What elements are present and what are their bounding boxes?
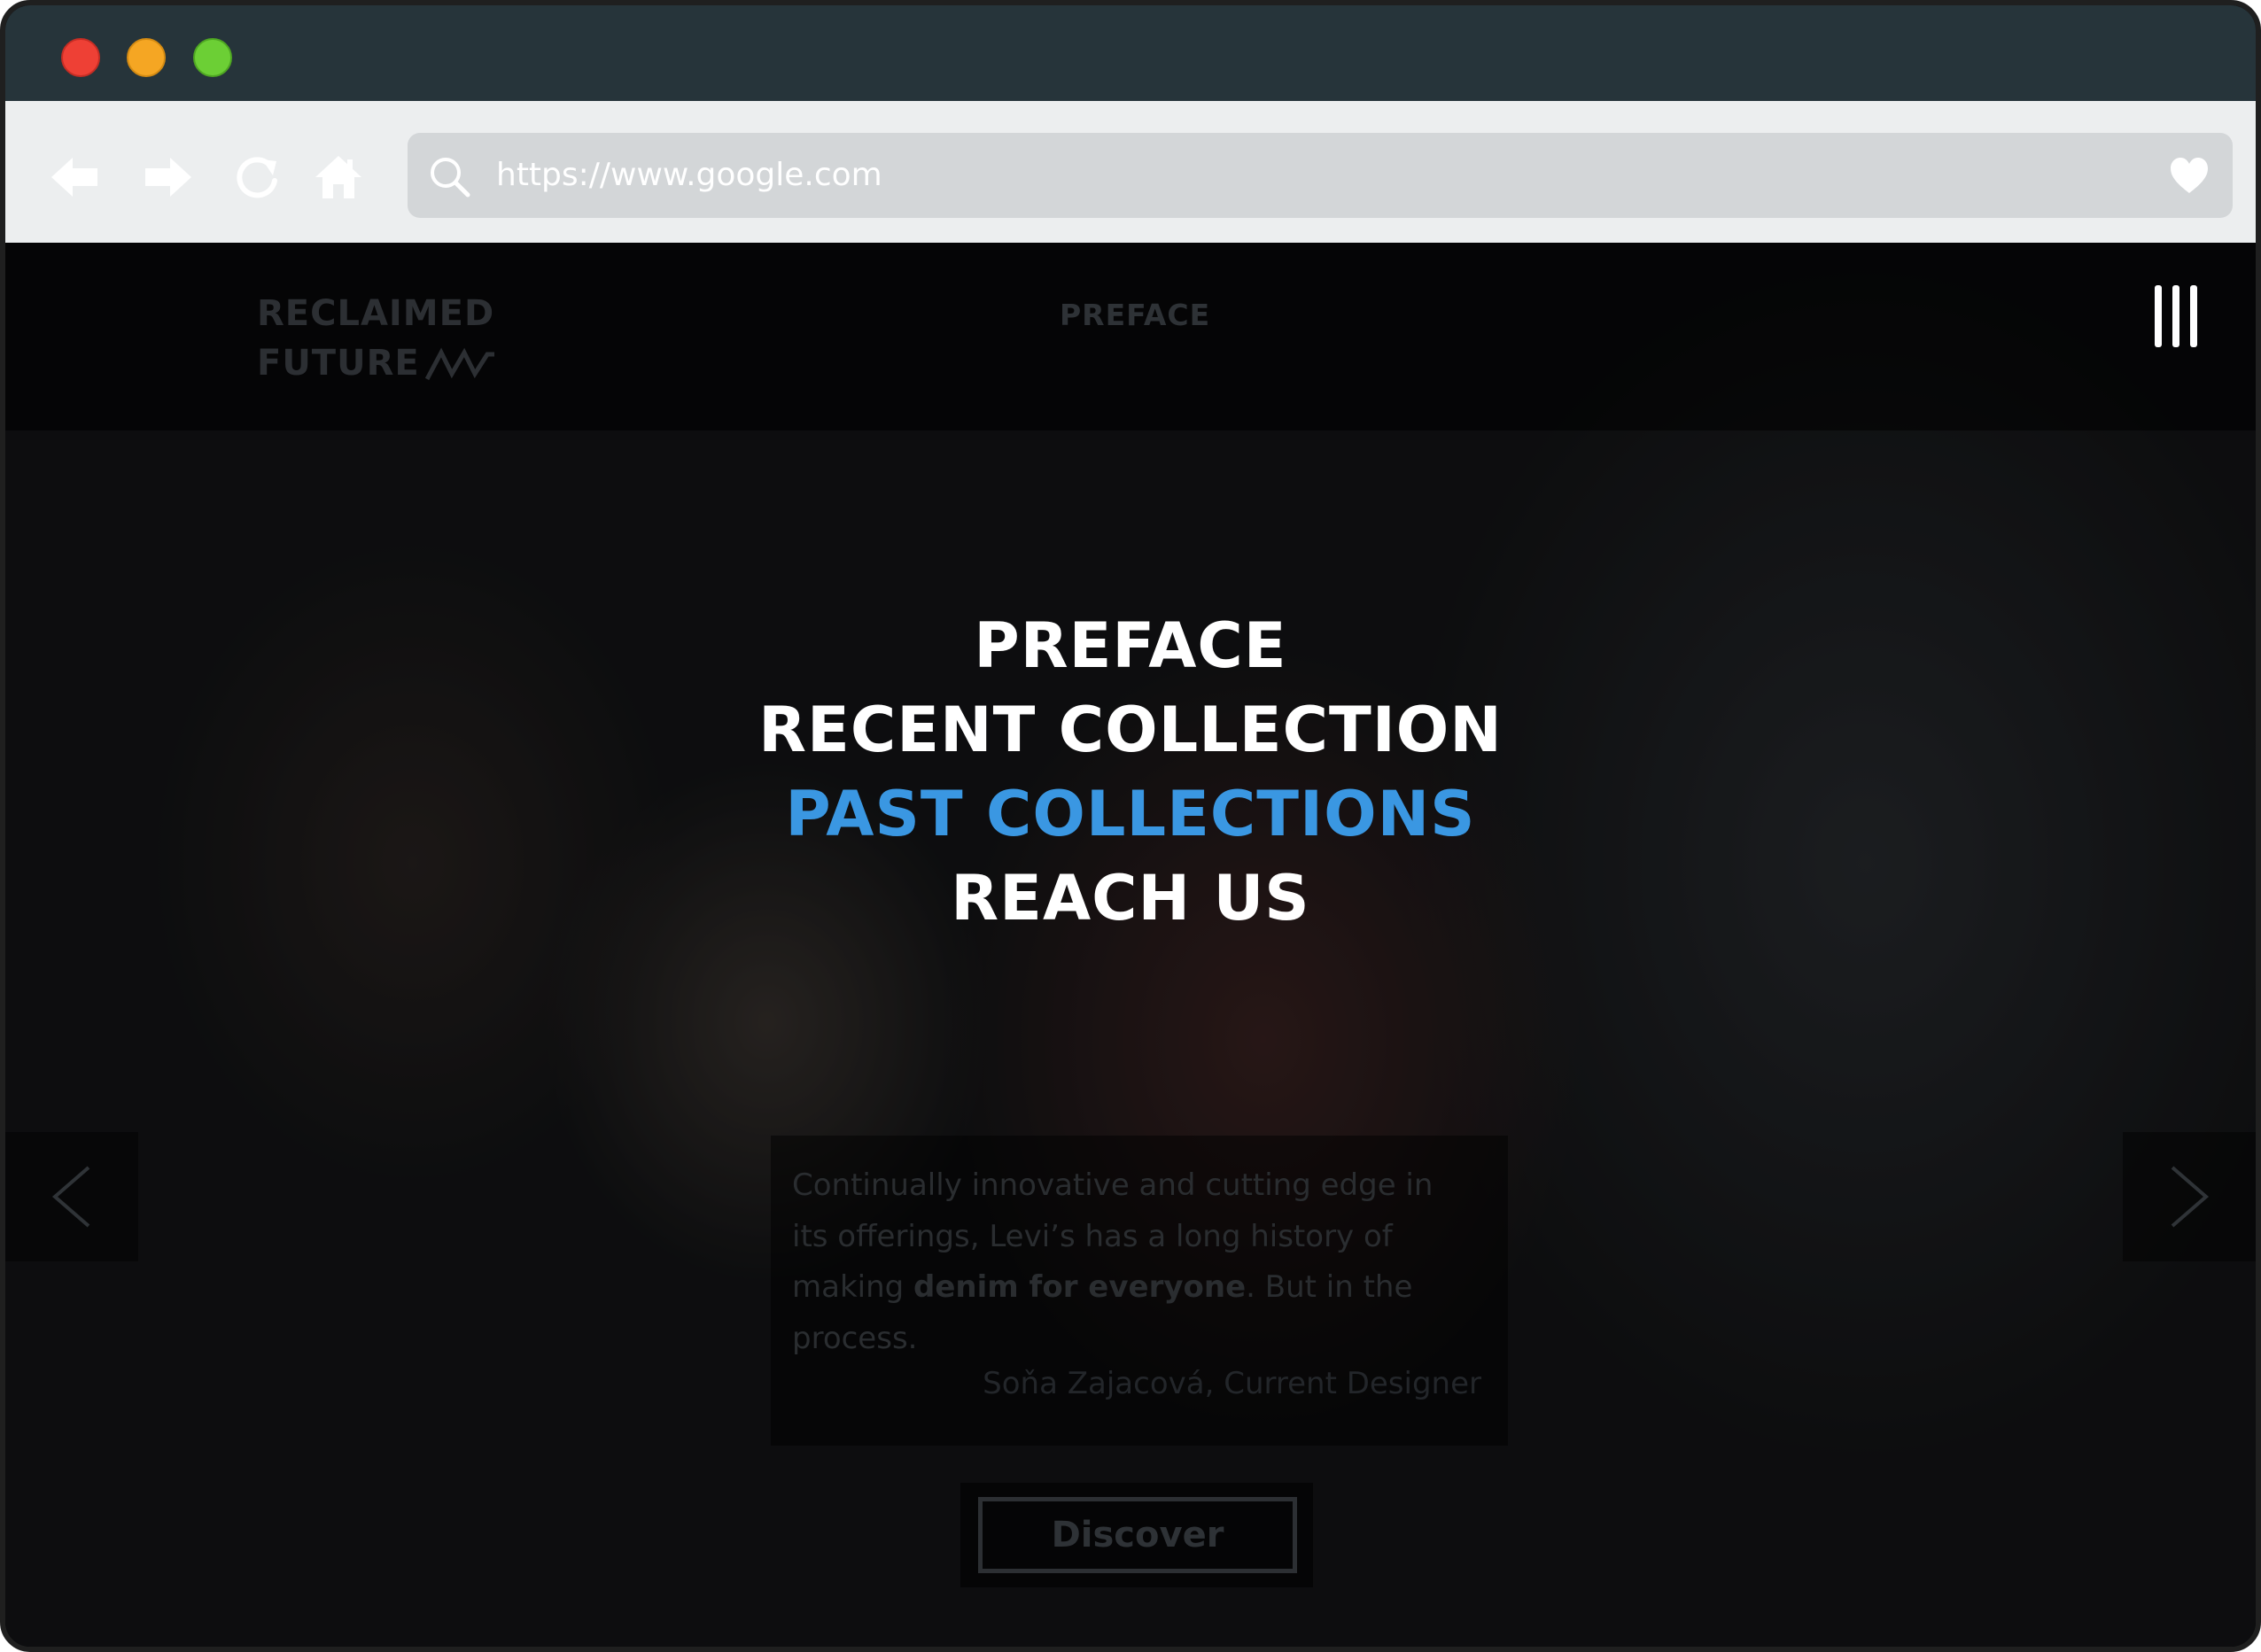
menu-item-past-collections[interactable]: PAST COLLECTIONS — [5, 772, 2256, 857]
menu-item-reach-us[interactable]: REACH US — [5, 857, 2256, 941]
overlay-menu: PREFACE RECENT COLLECTION PAST COLLECTIO… — [5, 604, 2256, 941]
url-text[interactable]: https://www.google.com — [496, 133, 882, 218]
home-button[interactable] — [314, 152, 363, 202]
close-window-button[interactable] — [61, 38, 100, 77]
quote-text: Continually innovative and cutting edge … — [792, 1160, 1448, 1364]
site-header: RECLAIMED FUTURE PREFACE — [5, 243, 2256, 430]
previous-slide-button[interactable] — [5, 1132, 138, 1261]
menu-bar-icon — [2155, 285, 2162, 347]
browser-window: https://www.google.com RECLAIMED FUTURE … — [0, 0, 2261, 1652]
home-icon — [315, 156, 361, 198]
reload-button[interactable] — [232, 152, 282, 202]
brand-logo[interactable]: RECLAIMED FUTURE — [257, 289, 496, 388]
address-bar[interactable]: https://www.google.com — [408, 133, 2233, 218]
title-bar — [5, 5, 2256, 101]
menu-bar-icon — [2190, 285, 2197, 347]
minimize-window-button[interactable] — [127, 38, 166, 77]
brand-line-1: RECLAIMED — [257, 293, 495, 334]
quote-box: Continually innovative and cutting edge … — [771, 1136, 1508, 1446]
browser-toolbar: https://www.google.com — [5, 101, 2256, 243]
quote-text-bold: denim for everyone — [913, 1269, 1247, 1305]
header-nav-link[interactable]: PREFACE — [1060, 298, 1210, 332]
heart-icon[interactable] — [2169, 156, 2210, 195]
page-content: RECLAIMED FUTURE PREFACE PREFACE RECENT … — [5, 243, 2256, 1647]
menu-item-recent-collection[interactable]: RECENT COLLECTION — [5, 688, 2256, 772]
menu-item-preface[interactable]: PREFACE — [5, 604, 2256, 688]
arrow-right-icon — [145, 158, 191, 197]
discover-container: Discover — [960, 1483, 1313, 1587]
menu-bar-icon — [2172, 285, 2179, 347]
search-icon — [431, 158, 470, 198]
back-button[interactable] — [50, 152, 99, 202]
reload-icon — [237, 157, 277, 198]
quote-author: Soňa Zajacová, Current Designer — [983, 1366, 1481, 1401]
discover-button[interactable]: Discover — [978, 1497, 1297, 1573]
chevron-left-icon — [51, 1166, 90, 1228]
brand-line-2: FUTURE — [257, 338, 496, 388]
zigzag-logo-icon — [424, 347, 494, 381]
next-slide-button[interactable] — [2123, 1132, 2256, 1261]
maximize-window-button[interactable] — [193, 38, 232, 77]
arrow-left-icon — [51, 158, 97, 197]
chevron-right-icon — [2171, 1166, 2210, 1228]
menu-toggle-button[interactable] — [2155, 285, 2211, 349]
brand-line-2-text: FUTURE — [257, 343, 420, 384]
forward-button[interactable] — [144, 152, 193, 202]
